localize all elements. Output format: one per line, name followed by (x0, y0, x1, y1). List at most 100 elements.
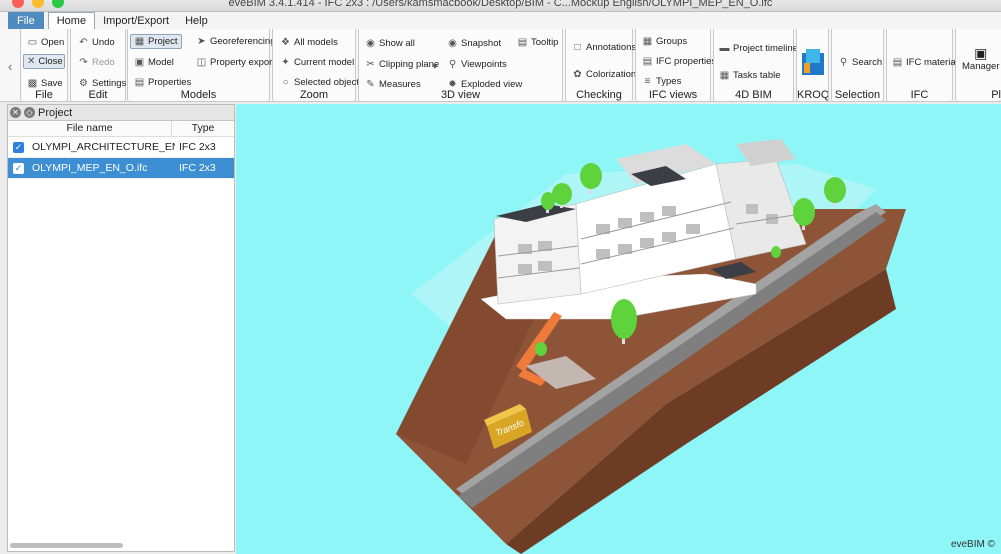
property-export-button[interactable]: ◫ Property export (192, 55, 279, 70)
table-icon: ▦ (719, 70, 730, 81)
float-panel-icon[interactable]: ◇ (24, 107, 35, 118)
colorization-button[interactable]: ✿ Colorization (568, 67, 640, 82)
viewpoint-icon: ⚲ (448, 59, 457, 70)
ribbon-toolbar: ‹ ▭ Open ✕ Close ▩ Save File ↶ Undo ↷ Redo ⚙ S… (0, 29, 1001, 102)
table-row[interactable]: ✓ OLYMPI_ARCHITECTURE_EN.ifc IFC 2x3 (8, 137, 234, 158)
undo-button[interactable]: ↶ Undo (74, 35, 119, 50)
types-button[interactable]: ≡ Types (638, 74, 685, 89)
tasks-table-button[interactable]: ▦ Tasks table (715, 68, 785, 83)
3d-model-render: Transfo (396, 139, 906, 554)
types-icon: ≡ (644, 76, 651, 87)
close-button[interactable]: ✕ Close (23, 54, 65, 69)
panel-title: Project (38, 106, 73, 119)
zoom-selected-objects-button[interactable]: ○ Selected objects (276, 75, 368, 90)
ribbon-group-3d-view: ◉ Show all ✂ Clipping plane ▼ ✎ Measures ◉ S… (358, 29, 563, 102)
properties-label: Properties (148, 77, 192, 88)
undo-label: Undo (92, 37, 115, 48)
kroqi-button[interactable] (802, 49, 824, 75)
timeline-icon: ▬ (719, 43, 730, 54)
all-models-label: All models (294, 37, 338, 48)
current-model-label: Current model (294, 57, 355, 68)
show-all-button[interactable]: ◉ Show all (361, 36, 419, 51)
ifc-properties-label: IFC properties (656, 56, 717, 67)
search-label: Search (852, 57, 883, 68)
ribbon-group-pl: ▣ Manager Pl (955, 29, 1001, 102)
menu-bar: File Home Import/Export Help (0, 12, 1001, 29)
ifc-properties-button[interactable]: ▤ IFC properties (638, 54, 720, 69)
model-button[interactable]: ▣ Model (130, 55, 178, 70)
model-label: Model (148, 57, 174, 68)
save-icon: ▩ (27, 78, 38, 89)
menu-home[interactable]: Home (47, 12, 96, 29)
georeferencing-button[interactable]: ➤ Georeferencing (192, 34, 279, 49)
ifc-material-label: IFC material (906, 57, 958, 68)
group-label-checking: Checking (576, 89, 622, 101)
selected-objects-label: Selected objects (294, 77, 364, 88)
property-export-label: Property export (210, 57, 275, 68)
snapshot-button[interactable]: ◉ Snapshot (443, 36, 505, 51)
column-file-name[interactable]: File name (8, 121, 172, 136)
project-timeline-button[interactable]: ▬ Project timeline (715, 41, 802, 56)
camera-icon: ◉ (448, 38, 457, 49)
title-bar: eveBIM 3.4.1.414 - IFC 2x3 : /Users/kams… (0, 0, 1001, 12)
viewpoints-button[interactable]: ⚲ Viewpoints (443, 57, 511, 72)
group-label-zoom: Zoom (299, 89, 329, 101)
project-label: Project (148, 36, 178, 47)
group-label-models: Models (180, 89, 217, 101)
zoom-all-models-button[interactable]: ❖ All models (276, 35, 342, 50)
tasks-table-label: Tasks table (733, 70, 781, 81)
open-button[interactable]: ▭ Open (23, 35, 68, 50)
table-row-selected[interactable]: ✓ OLYMPI_MEP_EN_O.ifc IFC 2x3 (8, 158, 234, 179)
horizontal-scrollbar[interactable] (10, 543, 123, 548)
annotations-button[interactable]: □ Annotations (568, 40, 640, 55)
project-timeline-label: Project timeline (733, 43, 798, 54)
clipping-plane-dropdown[interactable]: ▼ (427, 60, 443, 73)
ribbon-group-file: ▭ Open ✕ Close ▩ Save File (20, 29, 68, 102)
manager-icon: ▣ (974, 45, 988, 61)
tooltip-icon: ▤ (517, 37, 528, 48)
redo-button[interactable]: ↷ Redo (74, 55, 119, 70)
tooltip-button[interactable]: ▤ Tooltip (513, 35, 562, 50)
undo-icon: ↶ (79, 37, 88, 48)
column-type[interactable]: Type (172, 121, 234, 136)
close-icon: ✕ (27, 56, 36, 67)
ribbon-group-models: ▦ Project ▣ Model ▤ Properties ➤ Georeferenc… (127, 29, 275, 102)
close-panel-icon[interactable]: ✕ (10, 107, 21, 118)
ifc-material-button[interactable]: ▤ IFC material (888, 55, 962, 70)
file-type-cell: IFC 2x3 (179, 162, 216, 174)
ribbon-group-selection: ⚲ Search Selection (831, 29, 884, 102)
menu-import-export[interactable]: Import/Export (95, 12, 177, 29)
group-label-4d-bim: 4D BIM (735, 89, 772, 101)
ribbon-group-zoom: ❖ All models ✦ Current model ○ Selected obj… (272, 29, 364, 102)
close-label: Close (38, 56, 63, 67)
ribbon-group-edit: ↶ Undo ↷ Redo ⚙ Settings Edit (70, 29, 126, 102)
menu-file[interactable]: File (8, 12, 44, 29)
ribbon-group-checking: □ Annotations ✿ Colorization Checking (565, 29, 636, 102)
viewpoints-label: Viewpoints (461, 59, 507, 70)
group-label-pl: Pl (991, 89, 1001, 101)
ribbon-group-kroqi: KROQI (796, 29, 829, 102)
groups-button[interactable]: ▦ Groups (638, 34, 691, 49)
current-model-icon: ✦ (281, 57, 290, 68)
project-icon: ▦ (134, 36, 145, 47)
group-label-edit: Edit (88, 89, 108, 101)
project-panel: ✕ ◇ Project File name Type ✓ OLYMPI_ARCH… (7, 104, 235, 552)
redo-icon: ↷ (79, 57, 88, 68)
export-icon: ◫ (196, 57, 207, 68)
menu-help[interactable]: Help (177, 12, 216, 29)
properties-button[interactable]: ▤ Properties (130, 75, 195, 90)
search-button[interactable]: ⚲ Search (834, 55, 886, 70)
visibility-checkbox[interactable]: ✓ (13, 162, 24, 174)
3d-viewport[interactable]: Transfo eveBIM © (236, 104, 1001, 554)
zoom-current-model-button[interactable]: ✦ Current model (276, 55, 358, 70)
window-title: eveBIM 3.4.1.414 - IFC 2x3 : /Users/kams… (228, 0, 773, 9)
project-button[interactable]: ▦ Project (130, 34, 182, 49)
groups-label: Groups (656, 36, 688, 47)
panel-header: ✕ ◇ Project (8, 105, 234, 121)
ribbon-scroll-left-icon[interactable]: ‹ (8, 59, 12, 74)
georeferencing-label: Georeferencing (210, 36, 276, 47)
colorization-label: Colorization (586, 69, 637, 80)
ribbon-group-ifc: ▤ IFC material IFC (886, 29, 958, 102)
visibility-checkbox[interactable]: ✓ (13, 141, 24, 153)
manager-button[interactable]: ▣ Manager (962, 45, 1000, 72)
